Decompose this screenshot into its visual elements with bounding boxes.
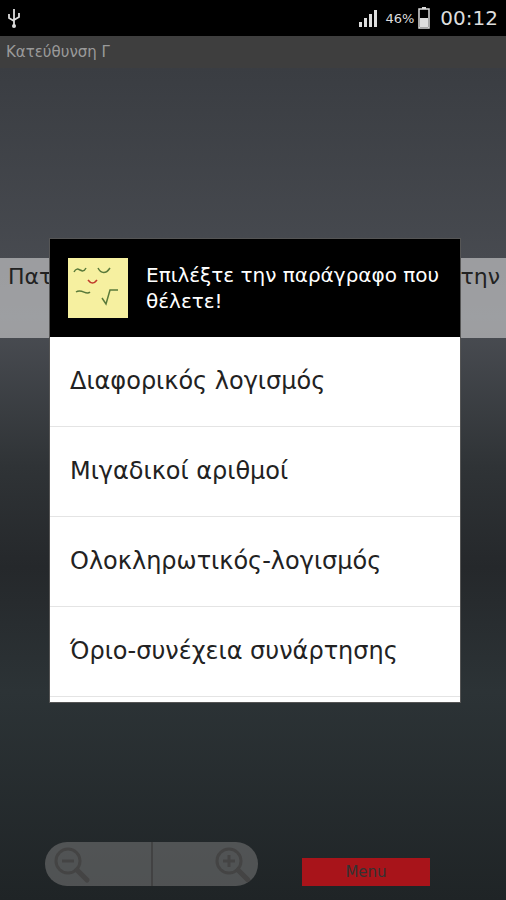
zoom-controls: [45, 842, 258, 886]
dialog-header: Επιλέξτε την παράγραφο που θέλετε!: [50, 239, 460, 337]
signal-icon: [359, 9, 381, 27]
section-item[interactable]: Μιγαδικοί αριθμοί: [50, 427, 460, 517]
bottom-bar: Menu: [0, 842, 506, 900]
formula-note-icon: [68, 258, 128, 318]
section-item[interactable]: Ολοκληρωτικός-λογισμός: [50, 517, 460, 607]
usb-icon: [6, 8, 22, 28]
section-item[interactable]: Διαφορικός λογισμός: [50, 337, 460, 427]
zoom-out-button[interactable]: [45, 842, 151, 886]
zoom-in-button[interactable]: [153, 842, 259, 886]
status-bar: 46% 00:12: [0, 0, 506, 36]
menu-button[interactable]: Menu: [302, 858, 430, 886]
hint-text-left: Πατ: [8, 264, 52, 289]
title-bar: Κατεύθυνση Γ: [0, 36, 506, 68]
hint-text-right: την: [461, 264, 500, 289]
screen: 46% 00:12 Κατεύθυνση Γ Πατ την Menu Επιλ…: [0, 0, 506, 900]
section-list: Διαφορικός λογισμόςΜιγαδικοί αριθμοίΟλοκ…: [50, 337, 460, 697]
clock: 00:12: [440, 6, 498, 30]
battery-icon: [418, 7, 430, 29]
content-area: Πατ την Menu Επιλέξτε την παράγραφο που …: [0, 68, 506, 900]
dialog-title: Επιλέξτε την παράγραφο που θέλετε!: [146, 262, 450, 314]
app-title: Κατεύθυνση Γ: [6, 43, 110, 61]
section-item[interactable]: Όριο-συνέχεια συνάρτησης: [50, 607, 460, 697]
battery-level: 46%: [385, 11, 414, 26]
zoom-in-icon: [212, 844, 252, 884]
section-dialog: Επιλέξτε την παράγραφο που θέλετε! Διαφο…: [50, 239, 460, 702]
zoom-out-icon: [51, 844, 91, 884]
